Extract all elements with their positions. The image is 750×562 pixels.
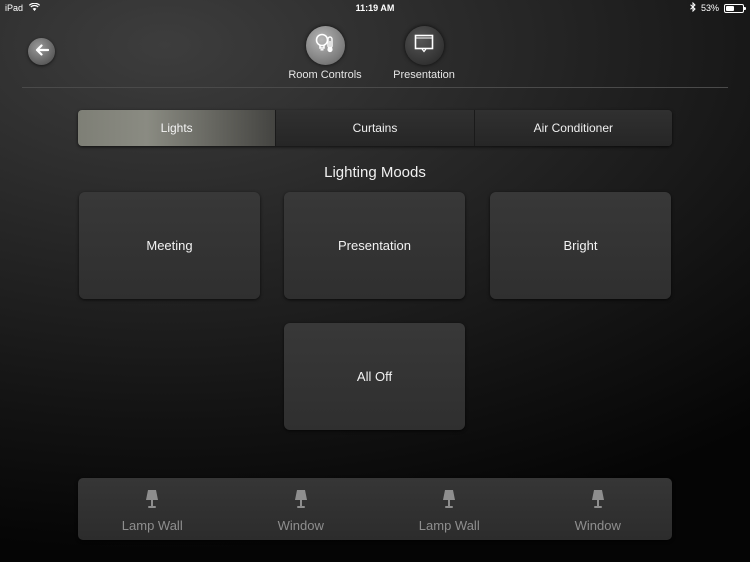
lamp-window-1-button[interactable]: Window: [227, 478, 376, 540]
tab-air-conditioner[interactable]: Air Conditioner: [474, 110, 672, 146]
mood-label: Presentation: [338, 238, 411, 253]
arrow-left-icon: [35, 43, 49, 61]
mood-bright-button[interactable]: Bright: [490, 192, 671, 299]
lamp-label: Window: [277, 518, 324, 533]
tab-lights[interactable]: Lights: [78, 110, 277, 146]
lamp-icon: [294, 489, 308, 516]
category-tabs: Lights Curtains Air Conditioner: [78, 110, 672, 146]
mood-all-off-button[interactable]: All Off: [284, 323, 465, 430]
presentation-button[interactable]: [404, 26, 444, 65]
lamp-wall-2-button[interactable]: Lamp Wall: [375, 478, 524, 540]
battery-icon: [724, 3, 746, 13]
mood-presentation-button[interactable]: Presentation: [284, 192, 465, 299]
status-bar: iPad 11:19 AM 53%: [0, 0, 750, 16]
status-time: 11:19 AM: [355, 3, 395, 13]
lamp-bar: Lamp Wall Window Lamp Wall Window: [78, 478, 672, 540]
lamp-label: Lamp Wall: [121, 518, 183, 533]
tab-curtains[interactable]: Curtains: [276, 110, 475, 146]
projector-screen-icon: [413, 33, 435, 58]
nav-presentation-label: Presentation: [393, 69, 455, 81]
lamp-wall-1-button[interactable]: Lamp Wall: [78, 478, 227, 540]
lamp-icon: [442, 489, 456, 516]
lamp-window-2-button[interactable]: Window: [524, 478, 673, 540]
nav-presentation[interactable]: Presentation: [379, 26, 469, 81]
lamp-icon: [591, 489, 605, 516]
mood-label: All Off: [356, 369, 393, 384]
section-title: Lighting Moods: [324, 164, 426, 181]
mood-label: Meeting: [146, 238, 193, 253]
mood-meeting-button[interactable]: Meeting: [79, 192, 260, 299]
lamp-label: Window: [574, 518, 621, 533]
lightbulb-thermometer-icon: [314, 32, 336, 59]
nav-room-controls[interactable]: Room Controls: [280, 26, 370, 81]
back-button[interactable]: [28, 38, 55, 65]
nav-room-controls-label: Room Controls: [288, 69, 362, 81]
bluetooth-icon: [690, 1, 696, 14]
mood-label: Bright: [563, 238, 598, 253]
battery-percent: 53%: [700, 3, 719, 13]
room-controls-button[interactable]: [305, 26, 345, 65]
header-divider: [22, 87, 728, 88]
lamp-label: Lamp Wall: [418, 518, 480, 533]
lamp-icon: [145, 489, 159, 516]
